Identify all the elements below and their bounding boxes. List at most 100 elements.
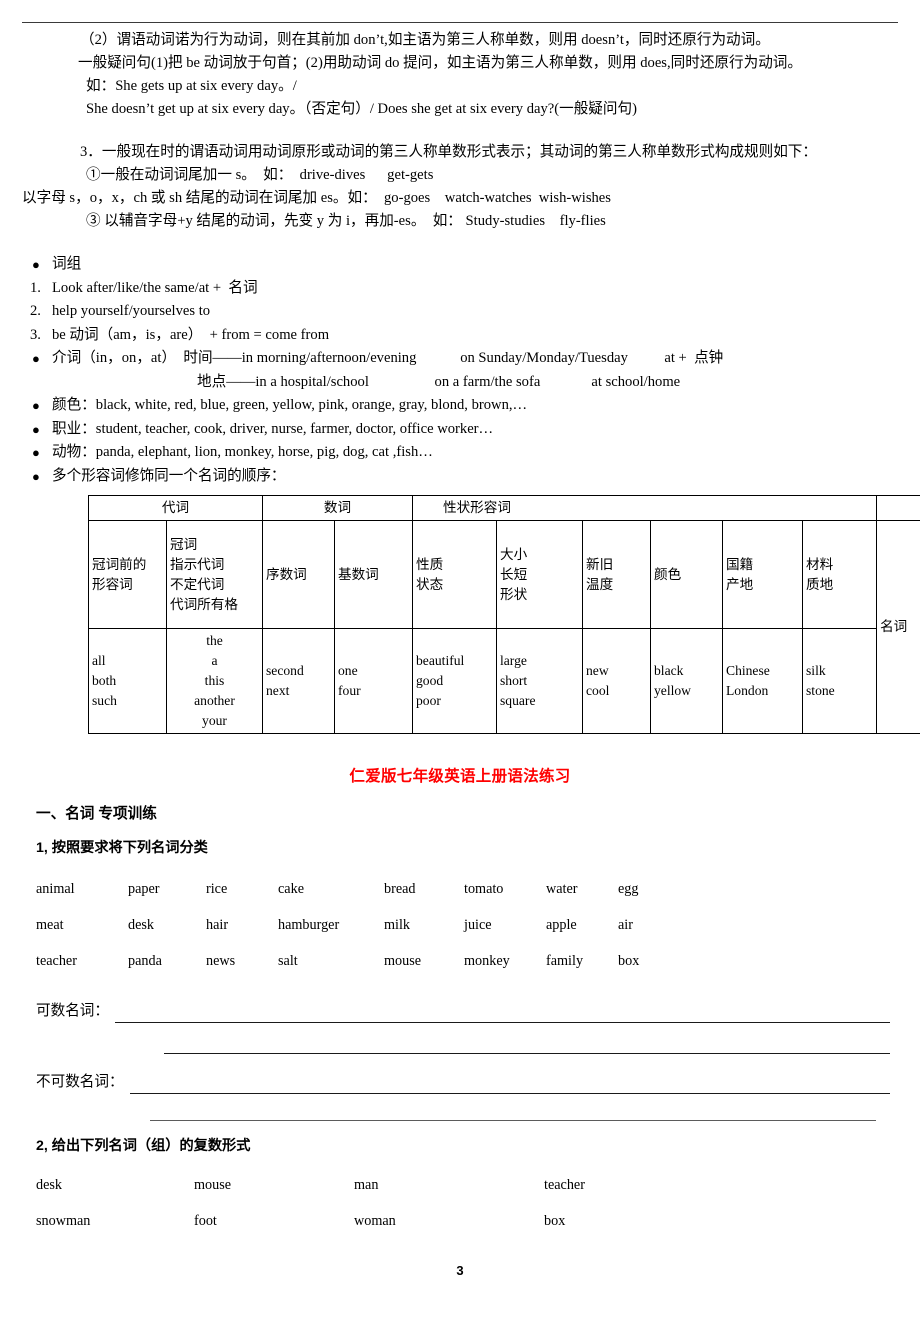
- group-header-noun-spacer: [877, 496, 920, 521]
- sub-header-pre-article-adj: 冠词前的 形容词: [89, 521, 167, 629]
- preposition-place-col3: at school/home: [591, 374, 680, 390]
- adj-order-text: 多个形容词修饰同一个名词的顺序：: [52, 465, 898, 489]
- note-question-form: 一般疑问句(1)把 be 动词放于句首；(2)用助动词 do 提问，如主语为第三…: [22, 52, 898, 75]
- spacer: [22, 979, 898, 1001]
- word-row: teacher panda news salt mouse monkey fam…: [36, 943, 898, 979]
- sub-header-size-shape: 大小 长短 形状: [497, 521, 583, 629]
- word-row: meat desk hair hamburger milk juice appl…: [36, 907, 898, 943]
- group-header-pronoun: 代词: [89, 496, 263, 521]
- bullet-dot-icon: ●: [22, 347, 52, 371]
- uncountable-label: 不可数名词：: [36, 1072, 124, 1094]
- word: monkey: [464, 943, 546, 979]
- word: man: [354, 1167, 544, 1203]
- word: paper: [128, 871, 206, 907]
- phrase-text: Look after/like/the same/at + 名词: [52, 277, 898, 301]
- question-2-title: 2, 给出下列名词（组）的复数形式: [22, 1135, 898, 1155]
- spacer: [22, 121, 898, 141]
- bullet-dot-icon: ●: [22, 465, 52, 489]
- spacer: [22, 1054, 898, 1072]
- sub-header-ordinal: 序数词: [263, 521, 335, 629]
- preposition-place-col2: on a farm/the sofa: [435, 374, 541, 390]
- word: teacher: [544, 1167, 704, 1203]
- adjective-order-table-wrap: 代词 数词 性状形容词 冠词前的 形容词 冠词 指示代词 不定代词 代词所有格 …: [22, 495, 898, 734]
- example-nationality: Chinese London: [723, 629, 803, 734]
- question-1-word-grid: animal paper rice cake bread tomato wate…: [22, 871, 898, 979]
- word: foot: [194, 1203, 354, 1239]
- rule-3-item-1: ①一般在动词词尾加一 s。 如： drive-dives get-gets: [22, 164, 898, 187]
- word: air: [618, 907, 688, 943]
- example-pre-article-adj: all both such: [89, 629, 167, 734]
- section-divider-rule: [150, 1120, 876, 1121]
- word: mouse: [384, 943, 464, 979]
- document-page: （2）谓语动词诺为行为动词，则在其前加 don’t,如主语为第三人称单数，则用 …: [0, 22, 920, 1324]
- word: family: [546, 943, 618, 979]
- list-item-animals: ● 动物：panda, elephant, lion, monkey, hors…: [22, 441, 898, 465]
- word-row: desk mouse man teacher: [36, 1167, 898, 1203]
- preposition-place-label: 地点——in a hospital/school: [197, 374, 369, 390]
- word: box: [544, 1203, 704, 1239]
- example-size-shape: large short square: [497, 629, 583, 734]
- word: mouse: [194, 1167, 354, 1203]
- word: milk: [384, 907, 464, 943]
- preposition-block: ● 介词（in，on，at） 时间——in morning/afternoon/…: [22, 347, 898, 394]
- list-item-colors: ● 颜色：black, white, red, blue, green, yel…: [22, 394, 898, 418]
- phrases-heading-row: ● 词组: [22, 253, 898, 277]
- list-item: 1. Look after/like/the same/at + 名词: [22, 277, 898, 301]
- word: teacher: [36, 943, 128, 979]
- example-ordinal: second next: [263, 629, 335, 734]
- uncountable-answer-line[interactable]: [130, 1093, 890, 1094]
- word: desk: [36, 1167, 194, 1203]
- uncountable-answer-row[interactable]: 不可数名词：: [22, 1072, 898, 1094]
- word: water: [546, 871, 618, 907]
- bullet-dot-icon: ●: [22, 253, 52, 277]
- list-marker: 1.: [22, 277, 52, 301]
- countable-answer-line[interactable]: [115, 1022, 890, 1023]
- list-item-adj-order: ● 多个形容词修饰同一个名词的顺序：: [22, 465, 898, 489]
- table-row-sub-headers: 冠词前的 形容词 冠词 指示代词 不定代词 代词所有格 序数词 基数词 性质 状…: [89, 521, 920, 629]
- phrases-heading: 词组: [52, 253, 898, 277]
- word-row: snowman foot woman box: [36, 1203, 898, 1239]
- word-row: animal paper rice cake bread tomato wate…: [36, 871, 898, 907]
- list-item-jobs: ● 职业：student, teacher, cook, driver, nur…: [22, 418, 898, 442]
- word: bread: [384, 871, 464, 907]
- sub-header-article-group: 冠词 指示代词 不定代词 代词所有格: [167, 521, 263, 629]
- preposition-time-col3: at + 点钟: [664, 350, 723, 366]
- rule-3-item-2: 以字母 s，o，x，ch 或 sh 结尾的动词在词尾加 es。如： go-goe…: [22, 187, 898, 210]
- phrases-block: ● 词组 1. Look after/like/the same/at + 名词…: [22, 253, 898, 347]
- page-number: 3: [0, 1263, 920, 1278]
- rule-3-item-3: ③ 以辅音字母+y 结尾的动词，先变 y 为 i，再加-es。 如： Study…: [22, 210, 898, 233]
- sub-header-color: 颜色: [651, 521, 723, 629]
- preposition-time-label: 时间——in morning/afternoon/evening: [183, 350, 416, 366]
- animals-text: 动物：panda, elephant, lion, monkey, horse,…: [52, 441, 898, 465]
- example-cardinal: one four: [335, 629, 413, 734]
- countable-answer-row[interactable]: 可数名词：: [22, 1001, 898, 1023]
- question-1-title: 1, 按照要求将下列名词分类: [22, 837, 898, 857]
- sub-header-noun: 名词: [877, 521, 920, 734]
- group-header-quality-adj: 性状形容词: [413, 496, 877, 521]
- grammar-notes-block: （2）谓语动词诺为行为动词，则在其前加 don’t,如主语为第三人称单数，则用 …: [22, 29, 898, 121]
- example-article-group: the a this another your: [167, 629, 263, 734]
- countable-label: 可数名词：: [36, 1001, 109, 1023]
- list-item: 2. help yourself/yourselves to: [22, 300, 898, 324]
- question-2-word-grid: desk mouse man teacher snowman foot woma…: [22, 1167, 898, 1239]
- word: panda: [128, 943, 206, 979]
- example-age-temp: new cool: [583, 629, 651, 734]
- example-material: silk stone: [803, 629, 877, 734]
- preposition-place-row: 地点——in a hospital/school on a farm/the s…: [22, 371, 898, 395]
- list-marker: 2.: [22, 300, 52, 324]
- note-example-2: She doesn’t get up at six every day。（否定句…: [22, 98, 898, 121]
- word: box: [618, 943, 688, 979]
- jobs-text: 职业：student, teacher, cook, driver, nurse…: [52, 418, 898, 442]
- word: desk: [128, 907, 206, 943]
- preposition-row: ● 介词（in，on，at） 时间——in morning/afternoon/…: [22, 347, 898, 371]
- sub-header-material: 材料 质地: [803, 521, 877, 629]
- word: animal: [36, 871, 128, 907]
- bullet-dot-icon: ●: [22, 394, 52, 418]
- group-header-numeral: 数词: [263, 496, 413, 521]
- word: snowman: [36, 1203, 194, 1239]
- preposition-label: 介词（in，on，at）: [52, 350, 176, 366]
- countable-answer-line-2[interactable]: [164, 1053, 890, 1054]
- category-bullets-block: ● 颜色：black, white, red, blue, green, yel…: [22, 394, 898, 488]
- word: hair: [206, 907, 278, 943]
- rule-3-title: 3．一般现在时的谓语动词用动词原形或动词的第三人称单数形式表示；其动词的第三人称…: [22, 141, 898, 164]
